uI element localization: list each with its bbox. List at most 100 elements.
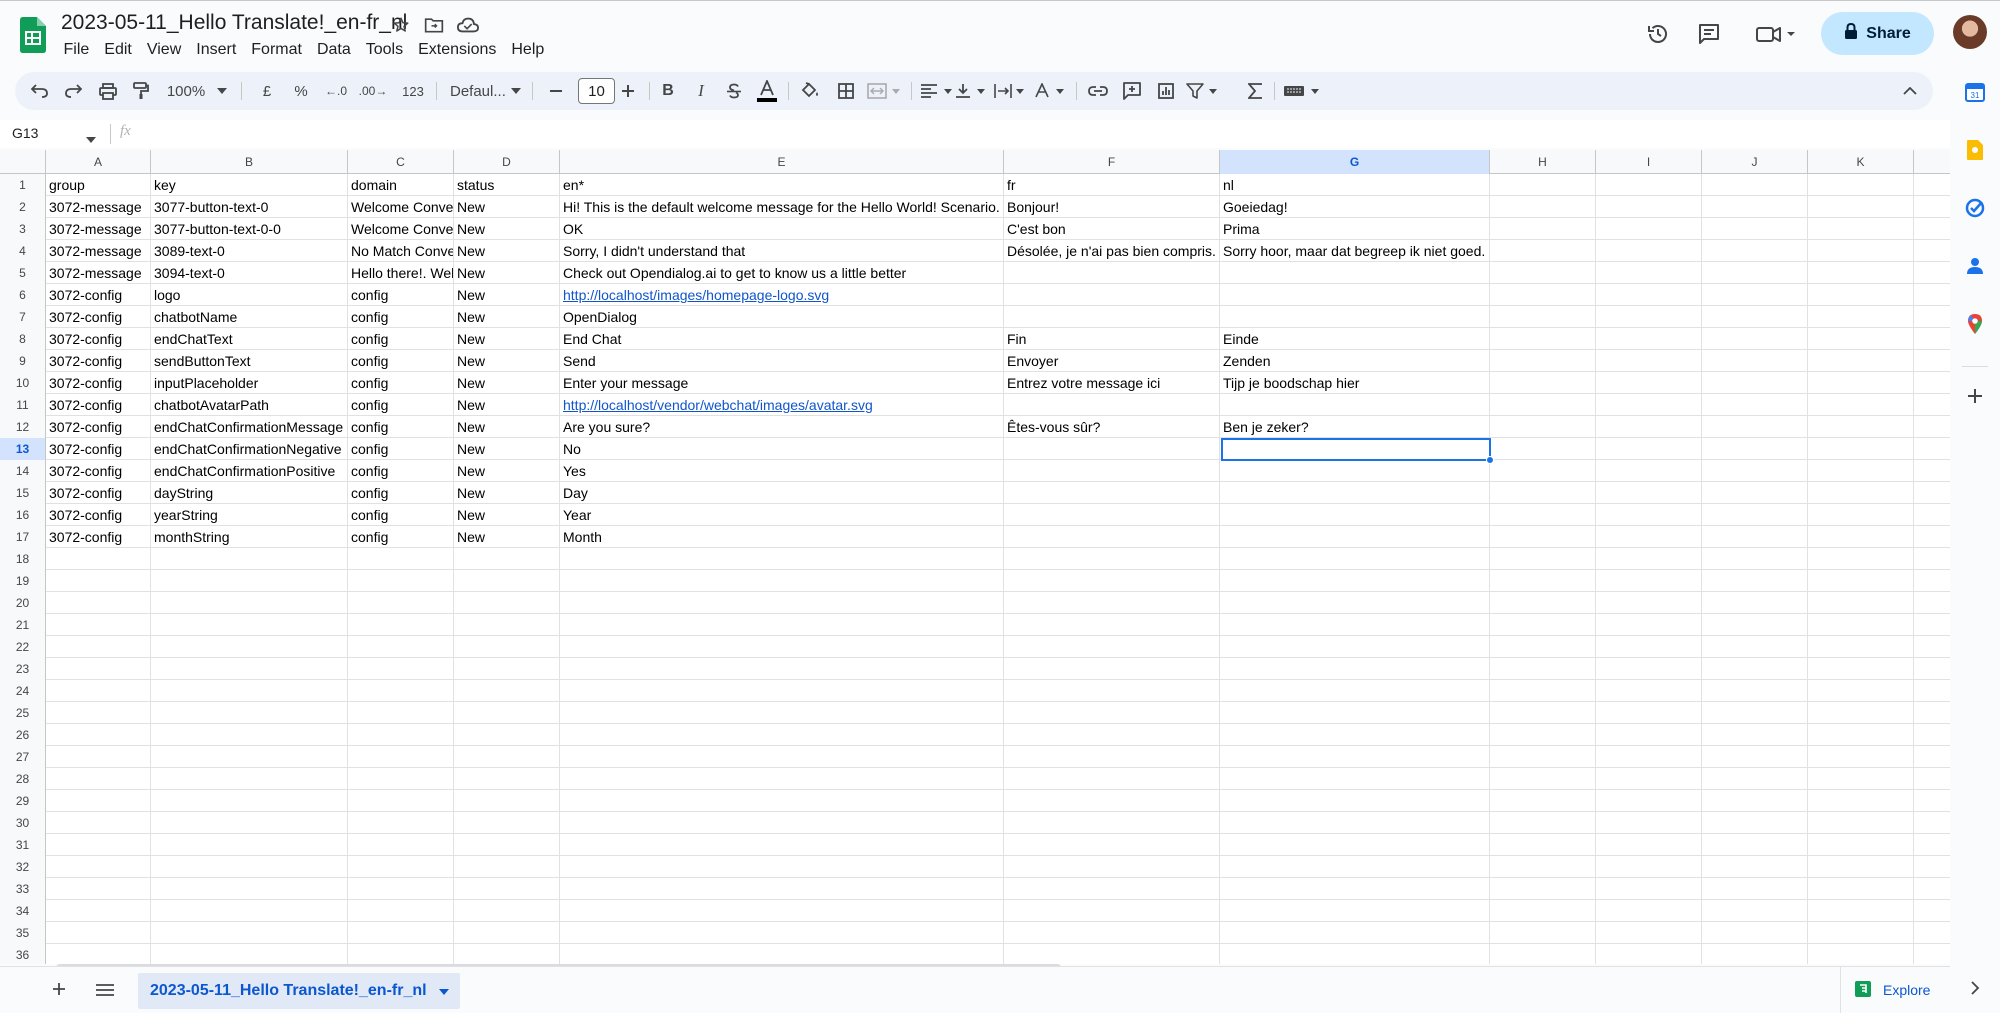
cell-d23[interactable] <box>454 658 560 680</box>
row-header[interactable]: 11 <box>0 394 46 416</box>
cell-d12[interactable]: New <box>454 416 560 438</box>
cell-f31[interactable] <box>1004 834 1220 856</box>
cell-a6[interactable]: 3072-config <box>46 284 151 306</box>
column-header-k[interactable]: K <box>1808 150 1914 174</box>
cell-f35[interactable] <box>1004 922 1220 944</box>
cell-g20[interactable] <box>1220 592 1490 614</box>
cell-c33[interactable] <box>348 878 454 900</box>
cell-j30[interactable] <box>1702 812 1808 834</box>
cell-b8[interactable]: endChatText <box>151 328 348 350</box>
cell-c22[interactable] <box>348 636 454 658</box>
row-header[interactable]: 3 <box>0 218 46 240</box>
cell-a12[interactable]: 3072-config <box>46 416 151 438</box>
cell-a33[interactable] <box>46 878 151 900</box>
cell-a1[interactable]: group <box>46 174 151 196</box>
cell-h28[interactable] <box>1490 768 1596 790</box>
share-button[interactable]: Share <box>1821 12 1934 55</box>
insert-link-icon[interactable] <box>1083 72 1113 110</box>
cell-h6[interactable] <box>1490 284 1596 306</box>
cell-k30[interactable] <box>1808 812 1914 834</box>
row-header[interactable]: 27 <box>0 746 46 768</box>
cell-a16[interactable]: 3072-config <box>46 504 151 526</box>
cell-b5[interactable]: 3094-text-0 <box>151 262 348 284</box>
cell-b7[interactable]: chatbotName <box>151 306 348 328</box>
cell-d32[interactable] <box>454 856 560 878</box>
row-header[interactable]: 7 <box>0 306 46 328</box>
cell-k21[interactable] <box>1808 614 1914 636</box>
cell-j7[interactable] <box>1702 306 1808 328</box>
text-wrapping-icon[interactable] <box>991 72 1033 110</box>
cell-h25[interactable] <box>1490 702 1596 724</box>
cell-e30[interactable] <box>560 812 1004 834</box>
cell-j1[interactable] <box>1702 174 1808 196</box>
avatar[interactable] <box>1953 15 1987 49</box>
cell-d14[interactable]: New <box>454 460 560 482</box>
cell-g26[interactable] <box>1220 724 1490 746</box>
vertical-align-icon[interactable] <box>952 72 994 110</box>
cell-a3[interactable]: 3072-message <box>46 218 151 240</box>
cell-k29[interactable] <box>1808 790 1914 812</box>
cell-e2[interactable]: Hi! This is the default welcome message … <box>560 196 1004 218</box>
sheet-tab-dropdown-icon[interactable] <box>438 982 449 1000</box>
cell-f5[interactable] <box>1004 262 1220 284</box>
cell-c28[interactable] <box>348 768 454 790</box>
cell-d27[interactable] <box>454 746 560 768</box>
cell-b3[interactable]: 3077-button-text-0-0 <box>151 218 348 240</box>
cell-f8[interactable]: Fin <box>1004 328 1220 350</box>
cell-h21[interactable] <box>1490 614 1596 636</box>
cell-k15[interactable] <box>1808 482 1914 504</box>
print-icon[interactable] <box>93 72 123 110</box>
row-header[interactable]: 25 <box>0 702 46 724</box>
row-header[interactable]: 4 <box>0 240 46 262</box>
cell-f1[interactable]: fr <box>1004 174 1220 196</box>
cell-g21[interactable] <box>1220 614 1490 636</box>
cell-k18[interactable] <box>1808 548 1914 570</box>
cell-c10[interactable]: config <box>348 372 454 394</box>
cell-c3[interactable]: Welcome Conve <box>348 218 454 240</box>
cell-d1[interactable]: status <box>454 174 560 196</box>
cell-d31[interactable] <box>454 834 560 856</box>
cell-j24[interactable] <box>1702 680 1808 702</box>
cell-b4[interactable]: 3089-text-0 <box>151 240 348 262</box>
cell-k33[interactable] <box>1808 878 1914 900</box>
cell-i5[interactable] <box>1596 262 1702 284</box>
cell-h5[interactable] <box>1490 262 1596 284</box>
cell-j19[interactable] <box>1702 570 1808 592</box>
cell-f33[interactable] <box>1004 878 1220 900</box>
cell-a4[interactable]: 3072-message <box>46 240 151 262</box>
cell-d8[interactable]: New <box>454 328 560 350</box>
cell-k20[interactable] <box>1808 592 1914 614</box>
calendar-icon[interactable]: 31 <box>1963 80 1987 104</box>
cell-e19[interactable] <box>560 570 1004 592</box>
star-icon[interactable] <box>389 13 413 37</box>
keep-icon[interactable] <box>1963 138 1987 162</box>
cell-a11[interactable]: 3072-config <box>46 394 151 416</box>
cell-i27[interactable] <box>1596 746 1702 768</box>
cell-h18[interactable] <box>1490 548 1596 570</box>
undo-icon[interactable] <box>25 72 55 110</box>
cell-f21[interactable] <box>1004 614 1220 636</box>
cell-g33[interactable] <box>1220 878 1490 900</box>
cell-d2[interactable]: New <box>454 196 560 218</box>
cell-b34[interactable] <box>151 900 348 922</box>
hide-side-panel-icon[interactable] <box>1963 976 1987 1000</box>
cell-i25[interactable] <box>1596 702 1702 724</box>
cell-j17[interactable] <box>1702 526 1808 548</box>
cell-d18[interactable] <box>454 548 560 570</box>
cell-h36[interactable] <box>1490 944 1596 964</box>
cell-i17[interactable] <box>1596 526 1702 548</box>
cell-j20[interactable] <box>1702 592 1808 614</box>
cell-d7[interactable]: New <box>454 306 560 328</box>
cell-h9[interactable] <box>1490 350 1596 372</box>
cell-b36[interactable] <box>151 944 348 964</box>
cell-k7[interactable] <box>1808 306 1914 328</box>
cell-c36[interactable] <box>348 944 454 964</box>
cell-g29[interactable] <box>1220 790 1490 812</box>
cell-e3[interactable]: OK <box>560 218 1004 240</box>
cell-g4[interactable]: Sorry hoor, maar dat begreep ik niet goe… <box>1220 240 1490 262</box>
spreadsheet-grid[interactable]: ABCDEFGHIJK 1 group key domain status en* fr nl… <box>0 150 1950 964</box>
cell-d5[interactable]: New <box>454 262 560 284</box>
cell-i11[interactable] <box>1596 394 1702 416</box>
row-header[interactable]: 30 <box>0 812 46 834</box>
cell-d3[interactable]: New <box>454 218 560 240</box>
